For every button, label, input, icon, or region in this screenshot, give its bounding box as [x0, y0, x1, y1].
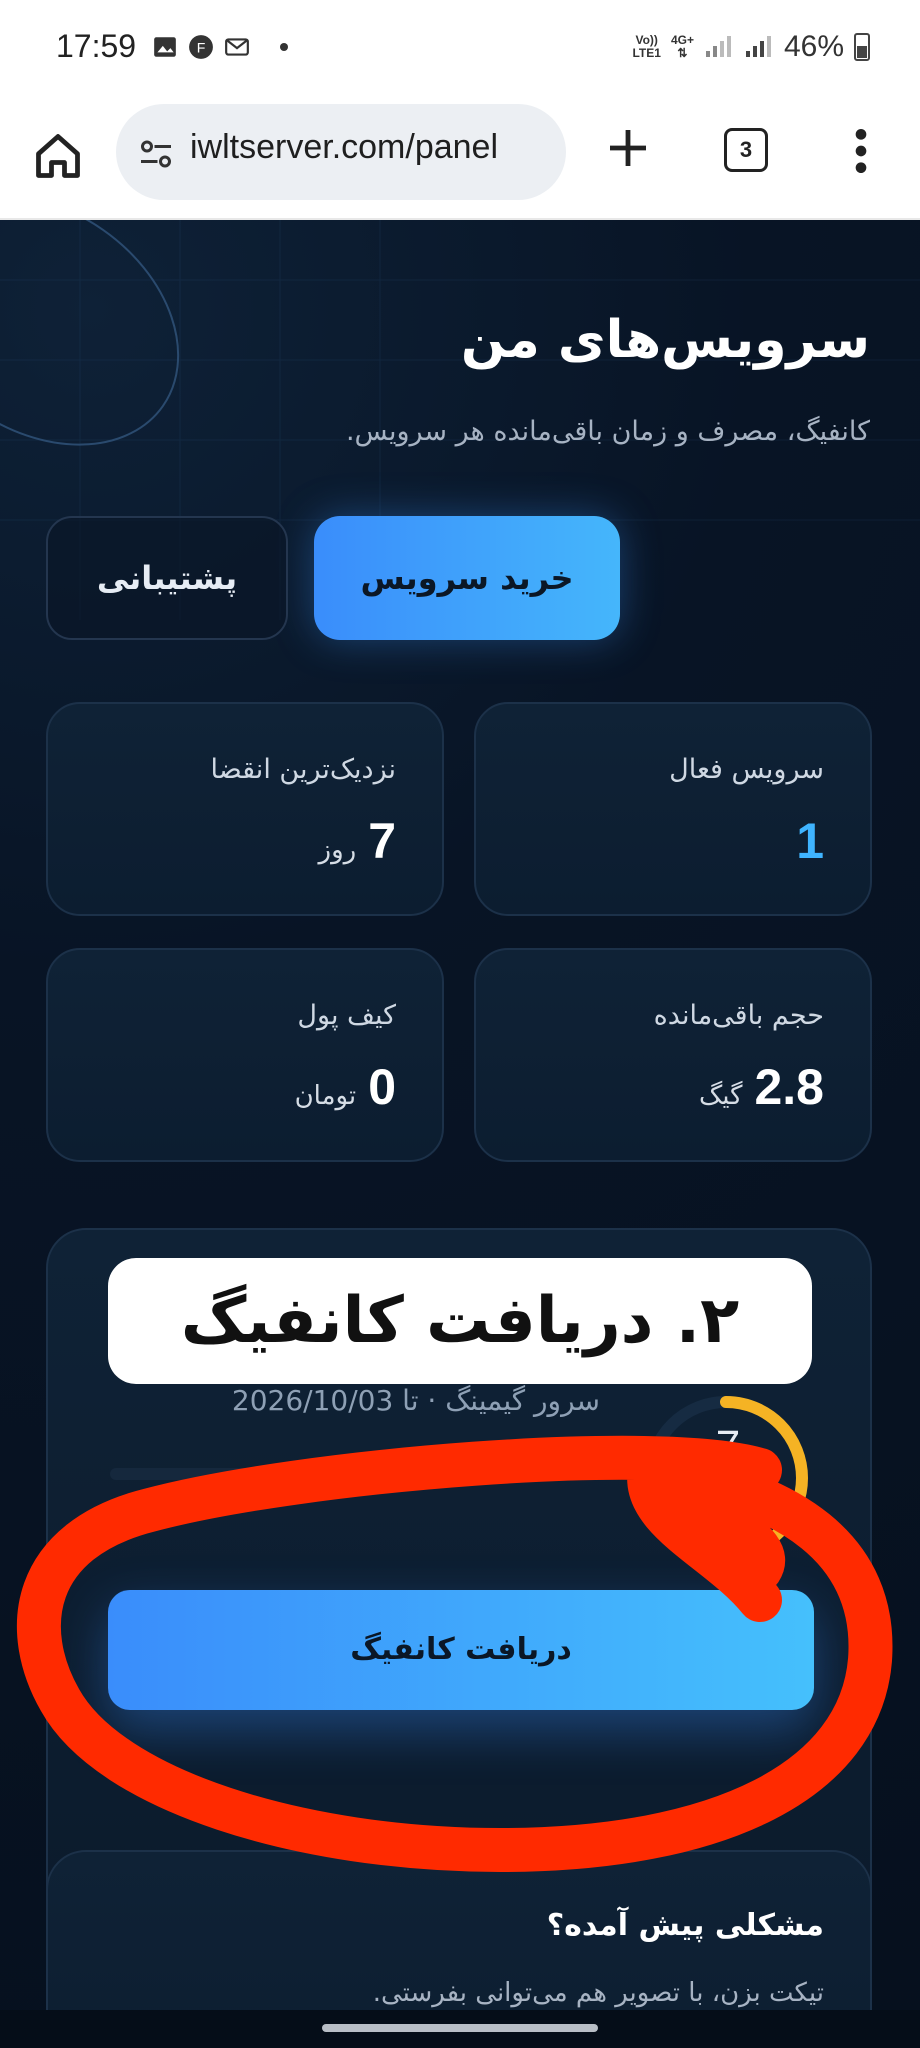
battery-icon	[854, 33, 870, 61]
stat-unit: گیگ	[698, 1081, 743, 1111]
status-notification-icons: F	[152, 34, 288, 60]
site-settings-icon[interactable]	[138, 136, 174, 172]
decorative-orbit	[0, 220, 180, 446]
status-bar: 17:59 F Vo)) LTE1 4G+ ⇅ 46%	[0, 0, 920, 100]
browser-toolbar: iwltserver.com/panel 3	[0, 100, 920, 220]
stat-value: 1	[796, 812, 824, 870]
stat-remaining-volume: حجم باقی‌مانده 2.8 گیگ	[474, 948, 872, 1162]
stat-label: سرویس فعال	[669, 754, 824, 785]
gesture-handle[interactable]	[322, 2024, 598, 2032]
battery-percent: 46%	[783, 30, 844, 63]
f-app-icon: F	[189, 35, 213, 59]
stat-wallet: کیف پول 0 تومان	[46, 948, 444, 1162]
svg-text:F: F	[197, 39, 206, 55]
stat-number: 2.8	[754, 1059, 824, 1115]
stat-label: نزدیک‌ترین انقضا	[210, 754, 397, 785]
help-title: مشکلی پیش آمده؟	[546, 1908, 824, 1943]
usage-progress-fill	[566, 1468, 596, 1480]
signal-icon-2	[745, 36, 771, 57]
url-text[interactable]: iwltserver.com/panel	[190, 128, 498, 167]
service-meta: سرور گیمینگ · تا 2026/10/03	[231, 1384, 600, 1417]
status-right: Vo)) LTE1 4G+ ⇅ 46%	[632, 30, 870, 64]
help-text: تیکت بزن، با تصویر هم می‌توانی بفرستی.	[372, 1978, 824, 2008]
help-card: مشکلی پیش آمده؟ تیکت بزن، با تصویر هم می…	[46, 1850, 872, 2010]
more-menu-icon[interactable]	[846, 126, 876, 176]
mail-icon	[225, 38, 249, 56]
new-tab-icon[interactable]	[604, 124, 652, 172]
tabs-icon[interactable]: 3	[724, 128, 768, 172]
stat-unit: روز	[318, 835, 357, 865]
status-time: 17:59	[56, 28, 137, 64]
get-config-button[interactable]: دریافت کانفیگ	[108, 1590, 814, 1710]
image-icon	[154, 37, 176, 57]
days-left-unit: روز	[712, 1482, 744, 1507]
network-type-indicator: 4G+ ⇅	[671, 34, 694, 60]
notification-dot	[280, 43, 288, 51]
stat-label: حجم باقی‌مانده	[653, 1000, 824, 1031]
stat-value: 7 روز	[319, 812, 396, 870]
lte-label: LTE1	[632, 46, 661, 60]
page-title: سرویس‌های من	[460, 310, 870, 370]
support-button[interactable]: پشتیبانی	[46, 516, 288, 640]
stat-number: 7	[368, 813, 396, 869]
stat-number: 0	[368, 1059, 396, 1115]
usage-progress-bar	[110, 1468, 596, 1480]
volte-indicator: Vo)) LTE1	[632, 34, 660, 60]
days-left-ring	[644, 1396, 808, 1560]
stat-unit: تومان	[294, 1081, 357, 1111]
stat-number: 1	[796, 813, 824, 869]
stat-value: 0 تومان	[295, 1058, 396, 1116]
page-subtitle: کانفیگ، مصرف و زمان باقی‌مانده هر سرویس.	[345, 416, 870, 447]
home-icon[interactable]	[32, 130, 84, 182]
signal-icon-1	[705, 36, 731, 57]
stat-label: کیف پول	[297, 1000, 396, 1031]
step-callout: ۲. دریافت کانفیگ	[108, 1258, 812, 1384]
stat-value: 2.8 گیگ	[699, 1058, 824, 1116]
usage-text: گیگ	[108, 1506, 152, 1536]
days-left-number: 7	[715, 1422, 741, 1471]
buy-service-button[interactable]: خرید سرویس	[314, 516, 620, 640]
stat-active-services: سرویس فعال 1	[474, 702, 872, 916]
data-arrows-icon: ⇅	[677, 46, 688, 60]
panel-page: سرویس‌های من کانفیگ، مصرف و زمان باقی‌ما…	[0, 220, 920, 2010]
stat-nearest-expiry: نزدیک‌ترین انقضا 7 روز	[46, 702, 444, 916]
